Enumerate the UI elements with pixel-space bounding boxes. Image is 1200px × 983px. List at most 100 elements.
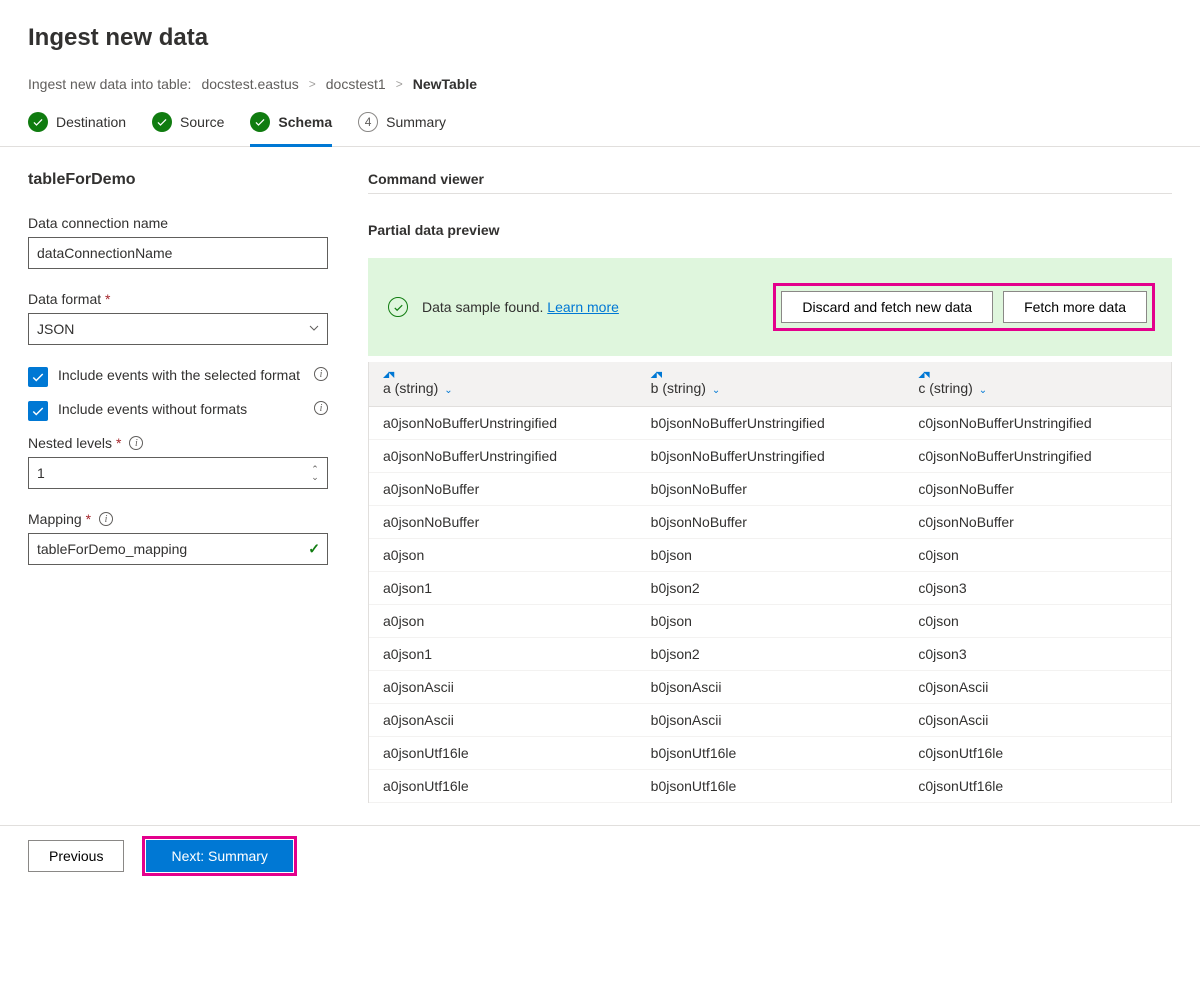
previous-button[interactable]: Previous [28, 840, 124, 872]
step-tabs: Destination Source Schema 4 Summary [0, 112, 1200, 147]
success-circle-icon [388, 297, 408, 317]
table-row[interactable]: a0jsonUtf16leb0jsonUtf16lec0jsonUtf16le [369, 770, 1171, 803]
table-cell: b0jsonNoBufferUnstringified [637, 440, 905, 473]
table-cell: a0json [369, 539, 637, 572]
connection-name-label: Data connection name [28, 215, 328, 231]
data-sample-alert: Data sample found. Learn more Discard an… [368, 258, 1172, 356]
learn-more-link[interactable]: Learn more [547, 299, 619, 315]
table-cell: c0jsonAscii [904, 704, 1171, 737]
table-row[interactable]: a0jsonb0jsonc0json [369, 539, 1171, 572]
table-cell: a0jsonNoBuffer [369, 506, 637, 539]
mapping-select[interactable] [28, 533, 328, 565]
chevron-down-icon: ⌄ [712, 385, 720, 396]
column-type-icon: ◢◥ [651, 372, 891, 378]
step-label: Schema [278, 114, 332, 130]
info-icon[interactable]: i [314, 367, 328, 381]
nested-levels-input[interactable] [28, 457, 328, 489]
table-cell: a0jsonNoBufferUnstringified [369, 440, 637, 473]
footer-button-bar: Previous Next: Summary [0, 825, 1200, 872]
left-panel: tableForDemo Data connection name Data f… [28, 171, 328, 803]
fetch-more-button[interactable]: Fetch more data [1003, 291, 1147, 323]
right-panel: Command viewer Partial data preview Data… [368, 171, 1172, 803]
table-cell: b0jsonNoBuffer [637, 473, 905, 506]
chevron-right-icon: > [396, 77, 403, 91]
table-cell: b0json2 [637, 572, 905, 605]
table-row[interactable]: a0jsonNoBufferb0jsonNoBufferc0jsonNoBuff… [369, 506, 1171, 539]
table-cell: a0jsonAscii [369, 671, 637, 704]
table-row[interactable]: a0jsonNoBufferUnstringifiedb0jsonNoBuffe… [369, 407, 1171, 440]
table-cell: b0json [637, 605, 905, 638]
table-cell: c0jsonNoBufferUnstringified [904, 407, 1171, 440]
table-cell: c0jsonUtf16le [904, 737, 1171, 770]
info-icon[interactable]: i [314, 401, 328, 415]
table-name-title: tableForDemo [28, 171, 328, 189]
include-without-formats-checkbox[interactable] [28, 401, 48, 421]
table-cell: b0jsonNoBufferUnstringified [637, 407, 905, 440]
breadcrumb: Ingest new data into table: docstest.eas… [28, 76, 1172, 92]
step-label: Summary [386, 114, 446, 130]
table-cell: a0json [369, 605, 637, 638]
page-title: Ingest new data [28, 24, 1172, 52]
table-cell: c0jsonNoBuffer [904, 506, 1171, 539]
column-header[interactable]: ◢◥a (string)⌄ [369, 362, 637, 407]
table-cell: a0json1 [369, 638, 637, 671]
table-cell: c0json3 [904, 572, 1171, 605]
table-row[interactable]: a0jsonAsciib0jsonAsciic0jsonAscii [369, 704, 1171, 737]
table-cell: a0json1 [369, 572, 637, 605]
mapping-label: Mapping * [28, 511, 91, 527]
table-row[interactable]: a0jsonNoBufferb0jsonNoBufferc0jsonNoBuff… [369, 473, 1171, 506]
table-row[interactable]: a0json1b0json2c0json3 [369, 572, 1171, 605]
include-without-formats-checkbox-row: Include events without formats i [28, 401, 328, 421]
table-cell: a0jsonAscii [369, 704, 637, 737]
step-label: Destination [56, 114, 126, 130]
table-cell: c0jsonNoBufferUnstringified [904, 440, 1171, 473]
next-summary-button[interactable]: Next: Summary [146, 840, 292, 872]
step-number-icon: 4 [358, 112, 378, 132]
table-cell: c0jsonAscii [904, 671, 1171, 704]
nested-levels-label: Nested levels * [28, 435, 121, 451]
column-header[interactable]: ◢◥b (string)⌄ [637, 362, 905, 407]
connection-name-input[interactable] [28, 237, 328, 269]
include-selected-format-checkbox[interactable] [28, 367, 48, 387]
column-type-icon: ◢◥ [918, 372, 1157, 378]
column-type-icon: ◢◥ [383, 372, 623, 378]
command-viewer-title: Command viewer [368, 171, 1172, 194]
table-row[interactable]: a0jsonUtf16leb0jsonUtf16lec0jsonUtf16le [369, 737, 1171, 770]
breadcrumb-item[interactable]: docstest1 [326, 76, 386, 92]
step-schema[interactable]: Schema [250, 112, 332, 146]
table-cell: b0jsonUtf16le [637, 737, 905, 770]
alert-message: Data sample found. [422, 299, 543, 315]
table-cell: c0jsonNoBuffer [904, 473, 1171, 506]
include-selected-format-checkbox-row: Include events with the selected format … [28, 367, 328, 387]
breadcrumb-current: NewTable [413, 76, 477, 92]
table-row[interactable]: a0jsonAsciib0jsonAsciic0jsonAscii [369, 671, 1171, 704]
info-icon[interactable]: i [129, 436, 143, 450]
table-cell: a0jsonNoBuffer [369, 473, 637, 506]
table-cell: c0json [904, 605, 1171, 638]
step-source[interactable]: Source [152, 112, 224, 146]
table-row[interactable]: a0json1b0json2c0json3 [369, 638, 1171, 671]
check-circle-icon [250, 112, 270, 132]
table-row[interactable]: a0jsonb0jsonc0json [369, 605, 1171, 638]
preview-title: Partial data preview [368, 222, 1172, 238]
table-row[interactable]: a0jsonNoBufferUnstringifiedb0jsonNoBuffe… [369, 440, 1171, 473]
spinner-down-icon[interactable]: ⌄ [306, 473, 324, 481]
alert-button-group-highlight: Discard and fetch new data Fetch more da… [776, 286, 1152, 328]
table-cell: c0json [904, 539, 1171, 572]
step-label: Source [180, 114, 224, 130]
step-summary[interactable]: 4 Summary [358, 112, 446, 146]
column-header[interactable]: ◢◥c (string)⌄ [904, 362, 1171, 407]
check-circle-icon [28, 112, 48, 132]
preview-table: ◢◥a (string)⌄◢◥b (string)⌄◢◥c (string)⌄ … [369, 362, 1171, 803]
data-format-select[interactable] [28, 313, 328, 345]
table-cell: a0jsonNoBufferUnstringified [369, 407, 637, 440]
step-destination[interactable]: Destination [28, 112, 126, 146]
discard-fetch-button[interactable]: Discard and fetch new data [781, 291, 993, 323]
chevron-right-icon: > [309, 77, 316, 91]
table-cell: b0jsonAscii [637, 671, 905, 704]
table-cell: b0json [637, 539, 905, 572]
breadcrumb-item[interactable]: docstest.eastus [201, 76, 298, 92]
info-icon[interactable]: i [99, 512, 113, 526]
table-cell: b0jsonUtf16le [637, 770, 905, 803]
chevron-down-icon: ⌄ [444, 385, 452, 396]
